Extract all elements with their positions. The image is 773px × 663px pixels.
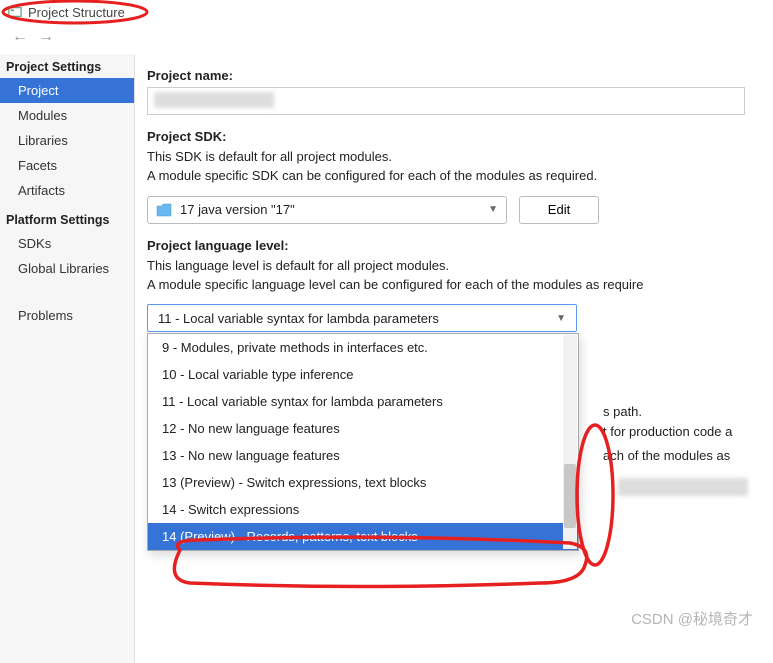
- project-name-input[interactable]: [147, 87, 745, 115]
- language-level-value: 11 - Local variable syntax for lambda pa…: [158, 311, 439, 326]
- content-panel: Project name: Project SDK: This SDK is d…: [135, 54, 773, 663]
- sidebar-item-artifacts[interactable]: Artifacts: [0, 178, 134, 203]
- chevron-down-icon: ▼: [488, 204, 498, 215]
- watermark: CSDN @秘境奇才: [631, 608, 753, 629]
- project-name-label: Project name:: [147, 68, 773, 83]
- scrollbar-thumb[interactable]: [564, 464, 576, 528]
- dropdown-item[interactable]: 10 - Local variable type inference: [148, 361, 578, 388]
- sidebar-heading-platform-settings: Platform Settings: [0, 209, 134, 231]
- dropdown-item[interactable]: 11 - Local variable syntax for lambda pa…: [148, 388, 578, 415]
- dropdown-item[interactable]: 13 (Preview) - Switch expressions, text …: [148, 469, 578, 496]
- dropdown-item[interactable]: 12 - No new language features: [148, 415, 578, 442]
- nav-back-icon[interactable]: ←: [12, 28, 28, 46]
- sidebar-heading-project-settings: Project Settings: [0, 56, 134, 78]
- folder-icon: [156, 203, 172, 217]
- sdk-select[interactable]: 17 java version "17" ▼: [147, 196, 507, 224]
- sdk-value: 17 java version "17": [180, 202, 295, 217]
- dropdown-item[interactable]: 14 - Switch expressions: [148, 496, 578, 523]
- sidebar: Project Settings Project Modules Librari…: [0, 54, 135, 663]
- sidebar-item-modules[interactable]: Modules: [0, 103, 134, 128]
- dropdown-item-highlighted[interactable]: 14 (Preview) - Records, patterns, text b…: [148, 523, 578, 550]
- nav-forward-icon[interactable]: →: [38, 28, 54, 46]
- dropdown-item[interactable]: 9 - Modules, private methods in interfac…: [148, 334, 578, 361]
- chevron-down-icon: ▼: [556, 313, 566, 324]
- bg-text: s path.: [603, 404, 642, 419]
- language-level-select[interactable]: 11 - Local variable syntax for lambda pa…: [147, 304, 577, 332]
- sdk-help-2: A module specific SDK can be configured …: [147, 167, 773, 186]
- bg-text: ach of the modules as: [603, 448, 730, 463]
- window-title: Project Structure: [28, 5, 125, 20]
- sidebar-item-problems[interactable]: Problems: [0, 303, 134, 328]
- sdk-help-1: This SDK is default for all project modu…: [147, 148, 773, 167]
- scrollbar[interactable]: [563, 335, 577, 549]
- redacted-text: [618, 478, 748, 496]
- bg-text: t for production code a: [603, 424, 732, 439]
- language-level-dropdown: 9 - Modules, private methods in interfac…: [147, 333, 579, 551]
- sidebar-item-libraries[interactable]: Libraries: [0, 128, 134, 153]
- sidebar-item-project[interactable]: Project: [0, 78, 134, 103]
- sidebar-item-global-libraries[interactable]: Global Libraries: [0, 256, 134, 281]
- app-icon: [8, 5, 22, 19]
- project-sdk-label: Project SDK:: [147, 129, 773, 144]
- redacted-text: [154, 92, 274, 108]
- edit-button[interactable]: Edit: [519, 196, 599, 224]
- lang-help-2: A module specific language level can be …: [147, 276, 773, 295]
- sidebar-item-sdks[interactable]: SDKs: [0, 231, 134, 256]
- sidebar-item-facets[interactable]: Facets: [0, 153, 134, 178]
- dropdown-item[interactable]: 13 - No new language features: [148, 442, 578, 469]
- title-bar: Project Structure: [0, 0, 773, 24]
- nav-arrows: ← →: [0, 24, 773, 54]
- lang-help-1: This language level is default for all p…: [147, 257, 773, 276]
- language-level-label: Project language level:: [147, 238, 773, 253]
